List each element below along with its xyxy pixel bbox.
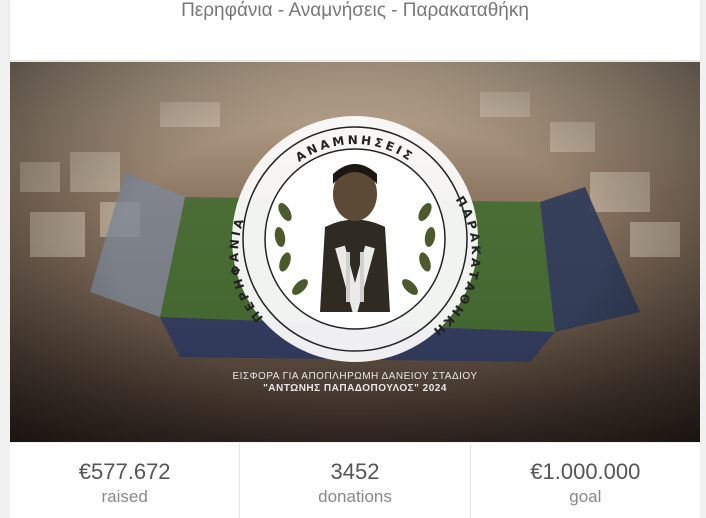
stat-goal: €1.000.000 goal	[471, 443, 700, 518]
donations-value: 3452	[330, 459, 380, 484]
header-card: Περηφάνια - Αναμνήσεις - Παρακαταθήκη	[10, 0, 700, 60]
goal-value: €1.000.000	[530, 459, 641, 484]
raised-value: €577.672	[78, 459, 171, 484]
banner-caption-line1: ΕΙΣΦΟΡΑ ΓΙΑ ΑΠΟΠΛΗΡΩΜΗ ΔΑΝΕΙΟΥ ΣΤΑΔΙΟΥ	[232, 371, 478, 382]
campaign-banner: ΑΝΑΜΝΗΣΕΙΣ ΠΕΡΗΦΑΝΙΑ ΠΑΡΑΚΑΤΑΘΗΚΗ ΕΙΣΦΟΡ…	[10, 62, 700, 442]
goal-label: goal	[569, 487, 602, 506]
raised-label: raised	[101, 487, 148, 506]
stat-raised: €577.672 raised	[10, 443, 241, 518]
banner-caption-line2: "ΑΝΤΩΝΗΣ ΠΑΠΑΔΟΠΟΥΛΟΣ" 2024	[263, 383, 447, 394]
donations-label: donations	[318, 487, 392, 506]
campaign-stats: €577.672 raised 3452 donations €1.000.00…	[10, 443, 700, 518]
stat-donations: 3452 donations	[240, 443, 471, 518]
page-title: Περηφάνια - Αναμνήσεις - Παρακαταθήκη	[181, 0, 529, 21]
